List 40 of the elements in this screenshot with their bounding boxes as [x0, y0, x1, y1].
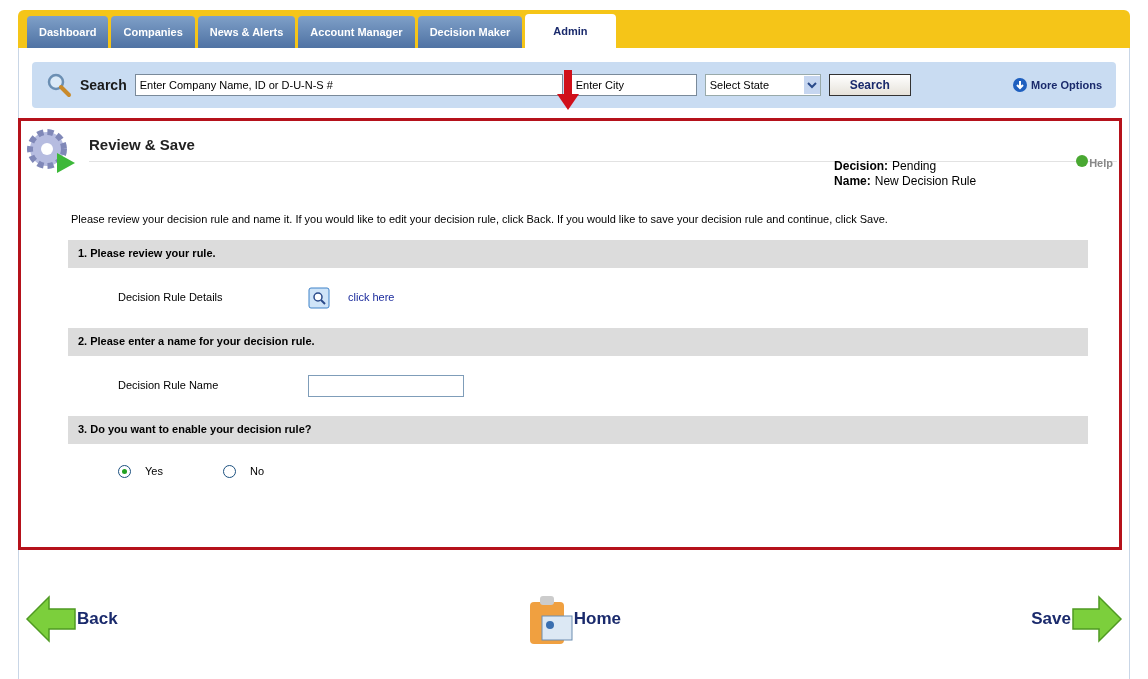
tab[interactable]: Admin: [525, 14, 616, 48]
tab[interactable]: News & Alerts: [197, 16, 296, 48]
tab[interactable]: Account Manager: [298, 16, 415, 48]
section-header: 2. Please enter a name for your decision rule.: [68, 327, 1088, 356]
caret-icon: [803, 76, 820, 94]
help-icon: [1076, 155, 1089, 167]
field-label: Decision Rule Name: [118, 378, 220, 394]
section-header: 1. Please review your rule.: [68, 239, 1088, 268]
radio-option[interactable]: No: [222, 463, 264, 480]
details-link[interactable]: click here: [348, 289, 395, 306]
tab[interactable]: Dashboard: [27, 16, 109, 48]
status-label: Decision:: [834, 159, 889, 174]
company-search-field[interactable]: Enter Company Name, ID or D-U-N-S #: [134, 74, 563, 96]
down-arrow-icon: [1013, 78, 1028, 92]
city-field[interactable]: Enter City: [570, 74, 697, 96]
search-icon: [46, 72, 72, 98]
radio-button[interactable]: [222, 465, 236, 478]
right-arrow-icon: [1071, 595, 1123, 643]
section-header: 3. Do you want to enable your decision rule?: [68, 415, 1088, 444]
tab[interactable]: Companies: [111, 16, 195, 48]
search-label: Search: [80, 75, 127, 95]
back-button[interactable]: Back: [25, 595, 118, 643]
magnifier-icon: [308, 286, 330, 309]
more-options-link[interactable]: More Options: [1013, 76, 1102, 94]
radio-button[interactable]: [118, 465, 131, 478]
status-label: Name:: [834, 174, 871, 189]
panel-title: Review & Save: [89, 136, 195, 153]
instructions-text: Please review your decision rule and name it. If you would like to edit your decision rule, click Back. If you would like to save your decision rule and continue, click Save.: [71, 212, 889, 227]
tab[interactable]: Decision Maker: [417, 16, 523, 48]
radio-option[interactable]: Yes: [118, 463, 163, 480]
left-arrow-icon: [25, 595, 77, 643]
status-value: New Decision Rule: [874, 174, 977, 189]
save-button[interactable]: Save: [1031, 595, 1123, 643]
search-button[interactable]: Search: [828, 74, 911, 96]
help-link[interactable]: Help: [1076, 155, 1113, 189]
home-button[interactable]: Home: [527, 592, 622, 646]
state-select[interactable]: Select State: [704, 74, 821, 96]
rule-name-field[interactable]: [308, 374, 464, 397]
status-value: Pending: [892, 159, 937, 174]
field-label: Decision Rule Details: [118, 290, 224, 306]
